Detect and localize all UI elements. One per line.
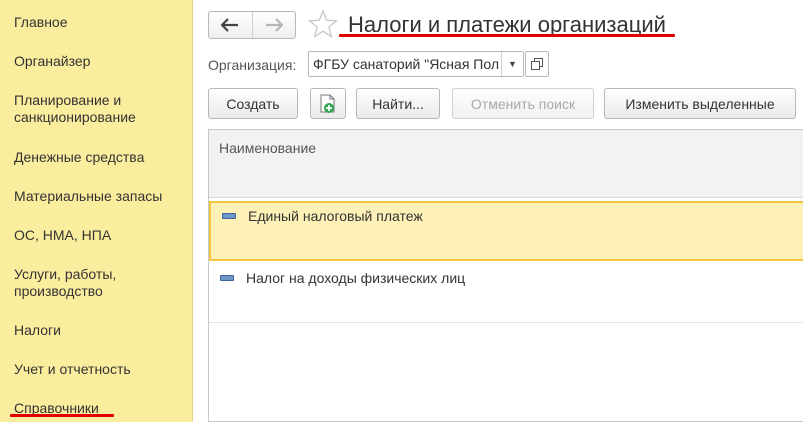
add-document-icon: [320, 94, 335, 113]
sidebar-item-inventory[interactable]: Материальные запасы: [14, 188, 184, 205]
navigation-buttons: [208, 11, 296, 39]
sidebar: Главное Органайзер Планирование и санкци…: [0, 0, 193, 422]
main-panel: Налоги и платежи организаций Организация…: [194, 0, 803, 422]
sidebar-item-planning[interactable]: Планирование и санкционирование: [14, 92, 184, 126]
sidebar-item-services[interactable]: Услуги, работы, производство: [14, 266, 184, 300]
list-item-icon: [222, 213, 236, 219]
sidebar-item-fixed-assets[interactable]: ОС, НМА, НПА: [14, 227, 184, 244]
row-name: Единый налоговый платеж: [248, 208, 423, 224]
sidebar-item-accounting[interactable]: Учет и отчетность: [14, 361, 184, 378]
sidebar-item-main[interactable]: Главное: [14, 14, 184, 31]
taxes-table: Наименование Единый налоговый платеж Нал…: [208, 129, 803, 422]
dropdown-button[interactable]: ▼: [501, 52, 523, 76]
edit-selected-button[interactable]: Изменить выделенные: [604, 88, 796, 119]
arrow-left-icon: [221, 18, 239, 32]
chevron-down-icon: ▼: [508, 59, 517, 69]
create-button[interactable]: Создать: [208, 88, 298, 119]
back-button[interactable]: [209, 12, 252, 38]
arrow-right-icon: [265, 18, 283, 32]
star-icon[interactable]: [307, 8, 339, 40]
organization-label: Организация:: [208, 57, 297, 73]
table-header: Наименование: [209, 130, 803, 198]
forward-button[interactable]: [253, 12, 296, 38]
organization-field[interactable]: ФГБУ санаторий "Ясная Пол ▼: [308, 51, 524, 77]
open-organization-button[interactable]: [525, 51, 549, 77]
list-item-icon: [220, 275, 234, 281]
sidebar-item-organizer[interactable]: Органайзер: [14, 53, 184, 70]
sidebar-item-cash[interactable]: Денежные средства: [14, 149, 184, 166]
sidebar-item-taxes[interactable]: Налоги: [14, 322, 184, 339]
active-item-underline: [10, 414, 114, 417]
table-row[interactable]: Единый налоговый платеж: [209, 201, 803, 261]
column-header-name[interactable]: Наименование: [219, 140, 316, 156]
table-row[interactable]: Налог на доходы физических лиц: [209, 263, 803, 323]
row-name: Налог на доходы физических лиц: [246, 270, 466, 286]
add-copy-button[interactable]: [310, 88, 346, 119]
organization-value[interactable]: ФГБУ санаторий "Ясная Пол: [309, 52, 501, 76]
title-underline: [339, 34, 675, 37]
open-window-icon: [531, 58, 543, 70]
cancel-search-button[interactable]: Отменить поиск: [452, 88, 594, 119]
find-button[interactable]: Найти...: [356, 88, 440, 119]
